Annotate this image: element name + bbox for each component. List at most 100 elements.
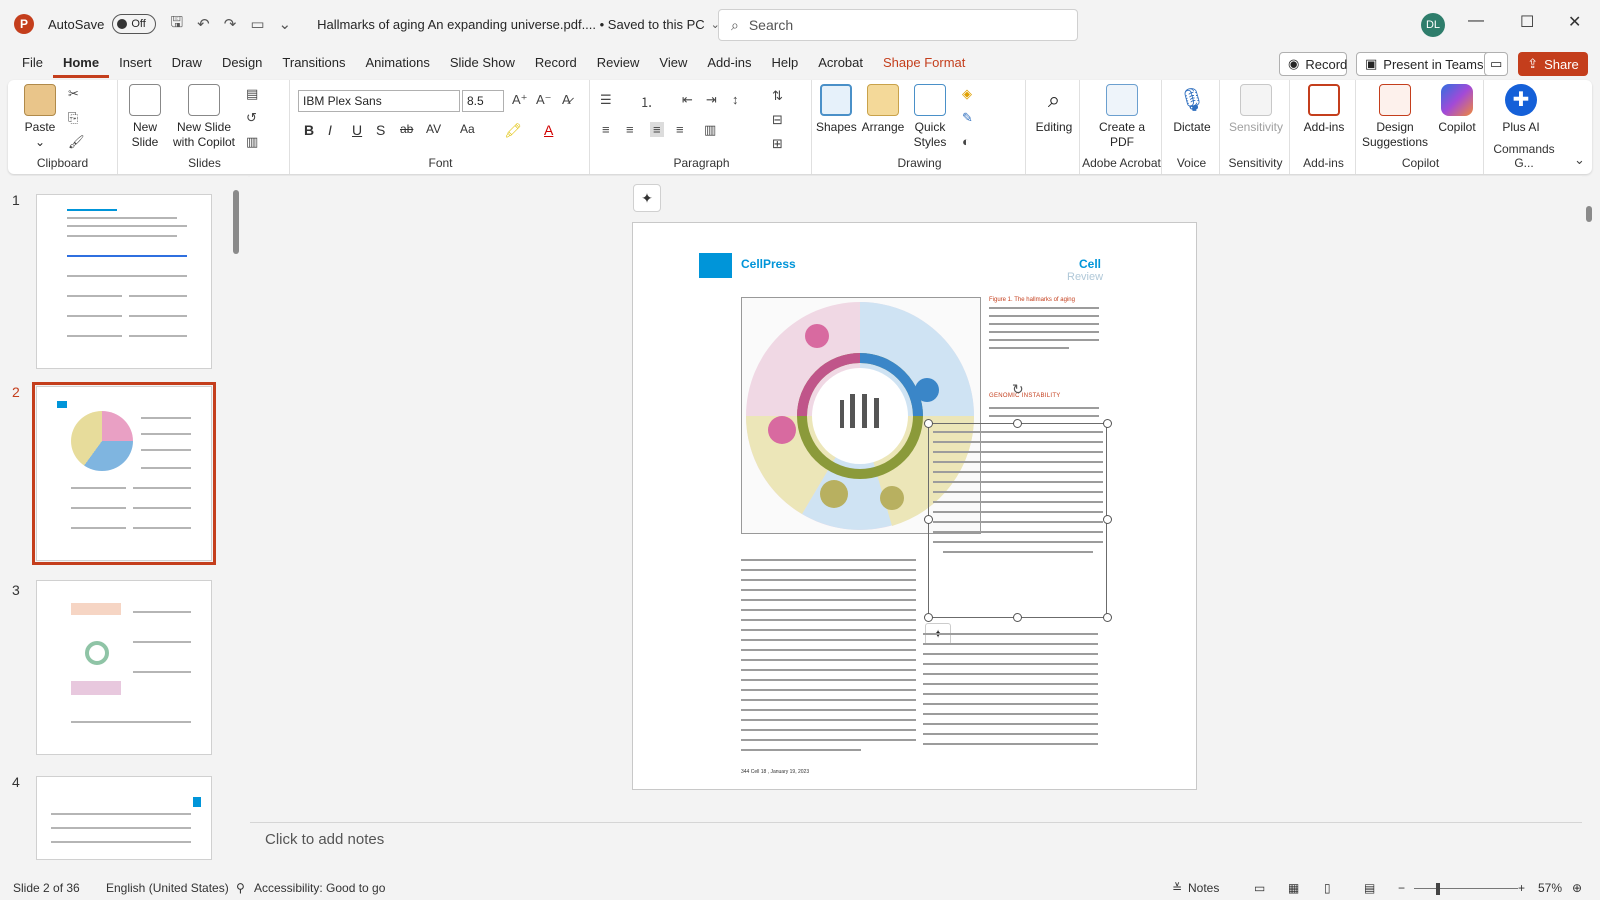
shapes-button[interactable]: Shapes xyxy=(816,84,857,135)
normal-view-icon[interactable]: ▭ xyxy=(1254,881,1265,895)
copilot-float-button[interactable]: ✦ xyxy=(633,184,661,212)
new-slide-copilot-button[interactable]: New Slide with Copilot xyxy=(170,84,238,150)
design-suggestions-button[interactable]: Design Suggestions xyxy=(1360,84,1430,150)
autosave-toggle[interactable]: Off xyxy=(112,14,157,34)
arrange-button[interactable]: Arrange xyxy=(860,84,906,135)
scrollbar-thumb[interactable] xyxy=(233,190,239,254)
tab-design[interactable]: Design xyxy=(212,48,272,78)
align-center-icon[interactable]: ≡ xyxy=(626,122,634,137)
resize-handle-w[interactable] xyxy=(924,515,933,524)
shape-effects-icon[interactable]: ◐ xyxy=(962,134,970,149)
zoom-in-icon[interactable]: + xyxy=(1518,881,1525,895)
underline-icon[interactable]: U xyxy=(352,122,362,138)
align-text-icon[interactable]: ⊟ xyxy=(772,112,783,128)
copy-icon[interactable]: ⎘ xyxy=(68,110,78,126)
notes-pane[interactable]: Click to add notes xyxy=(250,822,1582,856)
resize-handle-se[interactable] xyxy=(1103,613,1112,622)
editor-scrollbar[interactable] xyxy=(1582,176,1596,820)
record-button[interactable]: ◉ Record xyxy=(1279,52,1347,76)
shape-fill-icon[interactable]: ◈ xyxy=(962,86,972,102)
fit-to-window-icon[interactable]: ⊕ xyxy=(1572,881,1582,895)
format-painter-icon[interactable]: 🖌 xyxy=(68,134,85,150)
zoom-slider[interactable] xyxy=(1414,888,1518,889)
minimize-icon[interactable]: — xyxy=(1468,12,1484,30)
editing-button[interactable]: ⌕ Editing xyxy=(1032,84,1076,135)
zoom-level[interactable]: 57% xyxy=(1538,881,1562,895)
share-button[interactable]: ⇪ Share xyxy=(1518,52,1588,76)
present-from-start-icon[interactable]: ▭ xyxy=(250,15,264,33)
tab-shape-format[interactable]: Shape Format xyxy=(873,48,975,78)
reading-view-icon[interactable]: ▯ xyxy=(1324,881,1331,895)
tab-draw[interactable]: Draw xyxy=(162,48,212,78)
avatar[interactable]: DL xyxy=(1421,13,1445,37)
save-icon[interactable]: 🖫 xyxy=(170,12,183,37)
increase-font-icon[interactable]: A⁺ xyxy=(512,92,528,108)
bullets-icon[interactable]: ☰ xyxy=(600,92,612,108)
layout-icon[interactable]: ▤ xyxy=(246,86,258,102)
clear-formatting-icon[interactable]: A̷ xyxy=(562,92,571,107)
customize-qat-icon[interactable]: ⌄ xyxy=(279,15,292,33)
reset-icon[interactable]: ↺ xyxy=(246,110,257,126)
copilot-button[interactable]: Copilot xyxy=(1434,84,1480,135)
font-color-icon[interactable]: A xyxy=(544,122,553,138)
font-size-dropdown[interactable]: 8.5 xyxy=(462,90,504,112)
new-slide-button[interactable]: New Slide xyxy=(124,84,166,150)
columns-icon[interactable]: ▥ xyxy=(704,122,716,138)
zoom-out-icon[interactable]: − xyxy=(1398,881,1405,895)
tab-home[interactable]: Home xyxy=(52,48,110,78)
tab-help[interactable]: Help xyxy=(761,48,808,78)
notes-toggle[interactable]: Notes xyxy=(1188,881,1219,895)
tab-view[interactable]: View xyxy=(649,48,697,78)
sensitivity-button[interactable]: Sensitivity xyxy=(1224,84,1288,135)
tab-add-ins[interactable]: Add-ins xyxy=(697,48,761,78)
document-title[interactable]: Hallmarks of aging An expanding universe… xyxy=(317,17,705,32)
smartart-icon[interactable]: ⊞ xyxy=(772,136,783,152)
tab-slide-show[interactable]: Slide Show xyxy=(440,48,525,78)
tab-insert[interactable]: Insert xyxy=(109,48,162,78)
dictate-button[interactable]: 🎙 Dictate xyxy=(1170,84,1214,135)
tab-acrobat[interactable]: Acrobat xyxy=(808,48,873,78)
slideshow-view-icon[interactable]: ▤ xyxy=(1364,881,1375,895)
create-pdf-button[interactable]: Create a PDF xyxy=(1090,84,1154,150)
search-input[interactable]: ⌕ Search xyxy=(718,9,1078,41)
accessibility-status[interactable]: Accessibility: Good to go xyxy=(254,881,385,895)
close-icon[interactable]: ✕ xyxy=(1568,12,1581,32)
highlight-icon[interactable]: 🖍 xyxy=(504,122,522,139)
slide-canvas[interactable]: CellPress Cell Review Figure 1. The hall… xyxy=(632,222,1197,790)
add-ins-button[interactable]: Add-ins xyxy=(1298,84,1350,135)
text-shadow-icon[interactable]: S xyxy=(376,122,385,138)
italic-icon[interactable]: I xyxy=(328,122,332,138)
tab-file[interactable]: File xyxy=(12,48,53,78)
collapse-ribbon-icon[interactable]: ⌄ xyxy=(1574,152,1585,168)
zoom-slider-knob[interactable] xyxy=(1436,883,1440,895)
increase-indent-icon[interactable]: ⇥ xyxy=(706,92,717,108)
tab-review[interactable]: Review xyxy=(587,48,650,78)
section-icon[interactable]: ▥ xyxy=(246,134,258,150)
resize-handle-s[interactable] xyxy=(1013,613,1022,622)
resize-handle-n[interactable] xyxy=(1013,419,1022,428)
line-spacing-icon[interactable]: ↕ xyxy=(732,92,739,107)
comments-button[interactable]: ▭ xyxy=(1484,52,1508,76)
undo-icon[interactable]: ↶ xyxy=(197,15,210,33)
language-indicator[interactable]: English (United States) xyxy=(106,881,229,895)
cut-icon[interactable]: ✂ xyxy=(68,86,79,102)
rotate-handle-icon[interactable]: ↻ xyxy=(1012,381,1024,398)
redo-icon[interactable]: ↷ xyxy=(224,15,237,33)
thumbnails-scrollbar[interactable] xyxy=(230,176,242,860)
font-name-dropdown[interactable]: IBM Plex Sans xyxy=(298,90,460,112)
tab-animations[interactable]: Animations xyxy=(356,48,440,78)
change-case-icon[interactable]: Aa xyxy=(460,122,475,136)
resize-handle-e[interactable] xyxy=(1103,515,1112,524)
slide-thumbnail-1[interactable] xyxy=(36,194,212,369)
shape-outline-icon[interactable]: ✎ xyxy=(962,110,973,126)
resize-handle-nw[interactable] xyxy=(924,419,933,428)
numbering-icon[interactable]: ⒈ xyxy=(640,92,653,111)
decrease-font-icon[interactable]: A⁻ xyxy=(536,92,552,108)
quick-styles-button[interactable]: Quick Styles xyxy=(910,84,950,150)
character-spacing-icon[interactable]: AV xyxy=(426,122,441,136)
justify-icon[interactable]: ≡ xyxy=(676,122,684,137)
tab-transitions[interactable]: Transitions xyxy=(272,48,355,78)
tab-record[interactable]: Record xyxy=(525,48,587,78)
slide-thumbnail-4[interactable] xyxy=(36,776,212,860)
slide-thumbnail-3[interactable] xyxy=(36,580,212,755)
